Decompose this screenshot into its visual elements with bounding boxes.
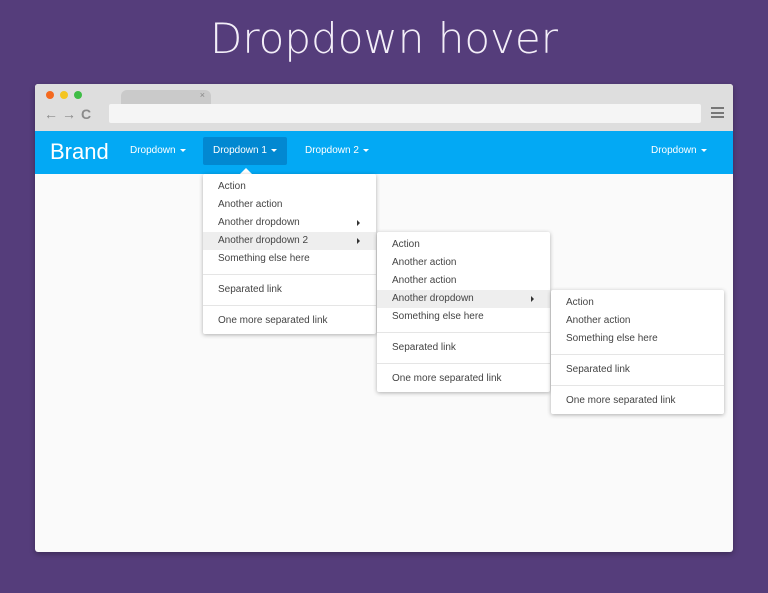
caret-right-icon <box>357 220 360 226</box>
menu1-item-another-dropdown[interactable]: Another dropdown <box>203 214 376 232</box>
menu2-item-another-action[interactable]: Another action <box>377 254 550 272</box>
menu1-item-label: Another dropdown 2 <box>218 235 309 246</box>
menu1-item-separated-link[interactable]: Separated link <box>203 281 376 299</box>
menu3-item-separated-link[interactable]: Separated link <box>551 361 724 379</box>
maximize-window-button[interactable] <box>74 91 82 99</box>
divider <box>203 305 376 306</box>
menu1-item-one-more-separated-link[interactable]: One more separated link <box>203 312 376 330</box>
menu2-item-action[interactable]: Action <box>377 236 550 254</box>
forward-arrow-icon[interactable]: → <box>62 106 76 122</box>
menu2-item-another-dropdown[interactable]: Another dropdown <box>377 290 550 308</box>
menu1-item-something-else[interactable]: Something else here <box>203 250 376 268</box>
nav-dropdown-1[interactable]: Dropdown 1 <box>203 137 287 165</box>
nav-dropdown-right[interactable]: Dropdown <box>641 137 717 165</box>
nav-dropdown-2-label: Dropdown 2 <box>305 145 359 156</box>
caret-down-icon <box>362 148 369 152</box>
menu3-item-one-more-separated-link[interactable]: One more separated link <box>551 392 724 410</box>
dropdown-menu-3: Action Another action Something else her… <box>551 290 724 414</box>
menu2-item-another-action-2[interactable]: Another action <box>377 272 550 290</box>
caret-down-icon <box>700 148 707 152</box>
divider <box>203 274 376 275</box>
nav-dropdown-label: Dropdown <box>130 145 176 156</box>
hamburger-menu-icon[interactable] <box>711 107 724 121</box>
dropdown-menu-1: Action Another action Another dropdown A… <box>203 174 376 334</box>
caret-down-icon <box>179 148 186 152</box>
menu2-item-label: Another dropdown <box>392 293 474 304</box>
brand-logo[interactable]: Brand <box>50 139 109 165</box>
menu2-item-something-else[interactable]: Something else here <box>377 308 550 326</box>
menu1-item-action[interactable]: Action <box>203 178 376 196</box>
dropdown-menu-2: Action Another action Another action Ano… <box>377 232 550 392</box>
menu1-item-another-action[interactable]: Another action <box>203 196 376 214</box>
divider <box>551 385 724 386</box>
caret-right-icon <box>357 238 360 244</box>
back-arrow-icon[interactable]: ← <box>44 106 58 122</box>
minimize-window-button[interactable] <box>60 91 68 99</box>
caret-right-icon <box>531 296 534 302</box>
nav-dropdown-1-label: Dropdown 1 <box>213 145 267 156</box>
menu3-item-action[interactable]: Action <box>551 294 724 312</box>
nav-dropdown[interactable]: Dropdown <box>120 137 196 165</box>
reload-icon[interactable]: C <box>80 106 92 122</box>
menu2-item-one-more-separated-link[interactable]: One more separated link <box>377 370 550 388</box>
divider <box>377 363 550 364</box>
menu3-item-another-action[interactable]: Another action <box>551 312 724 330</box>
close-window-button[interactable] <box>46 91 54 99</box>
nav-dropdown-2[interactable]: Dropdown 2 <box>295 137 379 165</box>
caret-down-icon <box>270 148 277 152</box>
menu3-item-something-else[interactable]: Something else here <box>551 330 724 348</box>
navbar: Brand Dropdown Dropdown 1 Dropdown 2 Dro… <box>35 131 733 174</box>
browser-chrome: × ← → C <box>35 84 733 131</box>
browser-window: × ← → C Brand Dropdown Dropdown 1 Dropdo… <box>35 84 733 552</box>
divider <box>551 354 724 355</box>
menu1-item-another-dropdown-2[interactable]: Another dropdown 2 <box>203 232 376 250</box>
tab-close-icon[interactable]: × <box>200 90 205 100</box>
browser-tab[interactable]: × <box>121 90 211 104</box>
menu1-item-label: Another dropdown <box>218 217 300 228</box>
nav-dropdown-right-label: Dropdown <box>651 145 697 156</box>
divider <box>377 332 550 333</box>
menu2-item-separated-link[interactable]: Separated link <box>377 339 550 357</box>
page-title: Dropdown hover <box>210 14 558 63</box>
url-bar[interactable] <box>109 104 701 123</box>
